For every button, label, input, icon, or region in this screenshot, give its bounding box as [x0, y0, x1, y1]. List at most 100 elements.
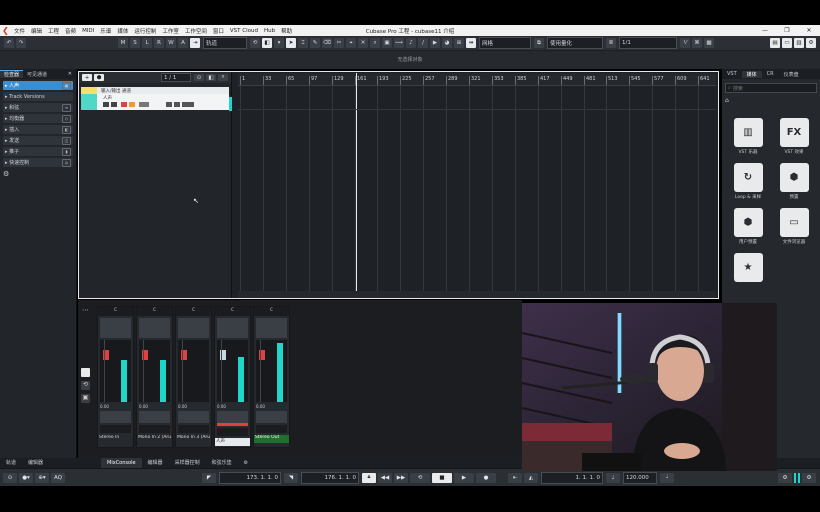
insert-slot[interactable] — [100, 318, 131, 338]
fader-area[interactable] — [256, 340, 287, 402]
audio-quality-icon[interactable]: AQ — [51, 472, 65, 483]
fader-area[interactable] — [139, 340, 170, 402]
minimize-button[interactable]: — — [754, 25, 776, 36]
edit-button[interactable] — [166, 102, 172, 107]
apply-quantize-icon[interactable]: ⅟ — [680, 38, 690, 48]
section-toggle-icon[interactable]: ◧ — [62, 125, 71, 134]
pan-knob[interactable]: C — [137, 307, 172, 316]
channel-buttons[interactable] — [178, 411, 209, 423]
pencil-tool-icon[interactable]: ✎ — [310, 38, 320, 48]
channel-buttons[interactable] — [139, 411, 170, 423]
inspector-section[interactable]: ▸ 推子 ▮ — [3, 147, 73, 156]
timeline-ruler[interactable]: 1 33 65 97 129 161 193 225 257 289 321 353 385 417 449… — [238, 73, 716, 86]
read-button[interactable]: R — [154, 38, 164, 48]
solo-all-button[interactable]: S — [130, 38, 140, 48]
punch-in-icon[interactable]: ⇤ — [508, 472, 522, 483]
menu-item[interactable]: 乐谱 — [100, 27, 111, 35]
lock-icon[interactable]: 🔒︎ — [362, 472, 376, 483]
mixer-channel-strip[interactable]: C 0.00 Stereo Out — [253, 306, 290, 448]
media-tile[interactable]: ⬢ 用户预置 — [725, 208, 771, 245]
color-picker-icon[interactable]: ▩ — [704, 38, 714, 48]
tab-vst[interactable]: VST — [722, 71, 742, 77]
menu-item[interactable]: VST Cloud — [230, 28, 258, 34]
drumstick-tool-icon[interactable]: ♪ — [406, 38, 416, 48]
audio-track[interactable]: 人声 — [81, 94, 229, 110]
undo-icon[interactable]: ↶ — [4, 38, 14, 48]
menu-item[interactable]: 媒体 — [117, 27, 128, 35]
channel-buttons[interactable] — [217, 411, 248, 426]
pan-knob[interactable]: C — [215, 307, 250, 316]
write-button[interactable]: W — [166, 38, 176, 48]
left-locator-field[interactable]: 173. 1. 1. 0 — [219, 471, 281, 484]
section-toggle-icon[interactable]: ▮ — [62, 147, 71, 156]
tab-chord-pads[interactable]: 和弦乐垫 — [206, 458, 238, 468]
snap-icon[interactable]: ◧ — [262, 38, 272, 48]
event-display[interactable] — [238, 73, 716, 291]
forward-icon[interactable]: ▶▶ — [394, 472, 408, 483]
auto-button[interactable]: A — [178, 38, 188, 48]
play-button[interactable]: ▶ — [454, 472, 474, 483]
mixer-menu-icon[interactable]: ⋯ — [82, 306, 89, 314]
mixer-channel-strip[interactable]: C 0.00 人声 — [214, 306, 251, 448]
inspector-section[interactable]: ▸ 发送 ◫ — [3, 136, 73, 145]
menu-item[interactable]: MIDI — [82, 28, 94, 34]
pan-knob[interactable]: C — [176, 307, 211, 316]
track-select[interactable]: 轨道 — [203, 37, 247, 49]
tab-visibility[interactable]: 可见通道 — [23, 71, 51, 78]
snap-on-icon[interactable]: ⇹ — [466, 38, 476, 48]
add-track-icon[interactable]: + — [82, 74, 92, 81]
section-toggle-icon[interactable]: ◎ — [62, 158, 71, 167]
lanes-button[interactable] — [174, 102, 180, 107]
playhead[interactable] — [356, 73, 357, 291]
stop-button[interactable]: ■ — [432, 472, 452, 483]
mixer-rack-icon[interactable] — [81, 368, 90, 377]
inspector-section[interactable]: ▸ 和弦 ≡ — [3, 103, 73, 112]
line-tool-icon[interactable]: ∕ — [418, 38, 428, 48]
tab-meter[interactable]: 仪表盘 — [779, 71, 804, 78]
tab-tracks[interactable]: 轨道 — [0, 458, 22, 468]
horizontal-scrollbar[interactable] — [238, 291, 716, 298]
media-tile[interactable]: ★ — [725, 253, 771, 284]
track-search-icon[interactable]: ⌕ — [218, 74, 228, 81]
menu-item[interactable]: 编辑 — [31, 27, 42, 35]
record-button[interactable]: ● — [476, 472, 496, 483]
quantize-value-select[interactable]: 1/1 — [619, 37, 677, 49]
insert-slot[interactable] — [256, 318, 287, 338]
section-toggle-icon[interactable]: ● — [62, 81, 71, 90]
redo-icon[interactable]: ↷ — [16, 38, 26, 48]
tab-mixconsole[interactable]: MixConsole — [101, 458, 142, 468]
quantize-icon[interactable]: ⧉ — [534, 38, 544, 48]
mixer-snapshot-icon[interactable]: ▣ — [81, 394, 90, 403]
section-toggle-icon[interactable]: ◫ — [62, 136, 71, 145]
routing-slot[interactable] — [256, 425, 287, 433]
tab-sampler-control[interactable]: 采样器控制 — [169, 458, 206, 468]
mixer-channel-strip[interactable]: C 0.00 Stereo In — [97, 306, 134, 448]
play-tool-icon[interactable]: ▶ — [430, 38, 440, 48]
inspector-section[interactable]: ▸ 人声 ● — [3, 81, 73, 90]
routing-slot[interactable] — [178, 425, 209, 433]
pointer-tool-icon[interactable]: ➤ — [286, 38, 296, 48]
media-tile[interactable]: ↻ Loop & 采样 — [725, 163, 771, 200]
pan-knob[interactable]: C — [254, 307, 289, 316]
eraser-tool-icon[interactable]: ⌫ — [322, 38, 332, 48]
maximize-button[interactable]: ❐ — [776, 25, 798, 36]
pan-knob[interactable]: C — [98, 307, 133, 316]
tab-media[interactable]: 媒体 — [741, 70, 762, 78]
menu-item[interactable]: 工作室 — [162, 27, 179, 35]
quantize-panel-icon[interactable]: ⌘ — [692, 38, 702, 48]
media-tile[interactable]: ⬢ 预置 — [771, 163, 817, 200]
tab-editor-left[interactable]: 编辑器 — [22, 458, 49, 468]
inspector-section[interactable]: ▸ 快速控制 ◎ — [3, 158, 73, 167]
record-enable-button[interactable] — [121, 102, 127, 107]
iq-icon[interactable]: ≣ — [606, 38, 616, 48]
right-locator-icon[interactable]: ◥ — [284, 472, 298, 483]
fader-area[interactable] — [217, 340, 248, 402]
insert-slot[interactable] — [139, 318, 170, 338]
sync-icon[interactable]: ⚙ — [778, 472, 792, 483]
routing-slot[interactable] — [217, 428, 248, 436]
menu-item[interactable]: 窗口 — [213, 27, 224, 35]
menu-item[interactable]: 帮助 — [281, 27, 292, 35]
loop-icon[interactable]: ⟲ — [250, 38, 260, 48]
activity-icon[interactable]: ⊙ — [3, 472, 17, 483]
media-tile[interactable]: ▭ 文件浏览器 — [771, 208, 817, 245]
